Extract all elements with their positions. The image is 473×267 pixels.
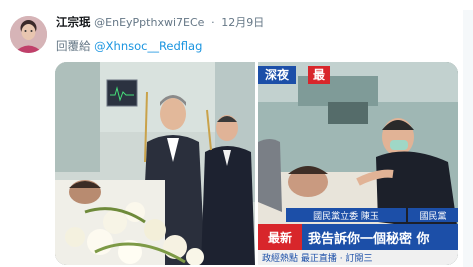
- tweet[interactable]: 江宗珉 @EnEyPpthxwi7ECe · 12月9日 回覆給 @Xhnsoc…: [0, 0, 473, 267]
- news-new-label: 最新: [268, 230, 292, 245]
- user-name[interactable]: 江宗珉: [56, 15, 91, 29]
- news-broadcast-photo-image: 深夜 最 國民黨立委 陳玉 國民黨 最新 我告訴你一個秘密 你 政經熱點 最正直…: [258, 62, 458, 265]
- news-headline: 我告訴你一個秘密 你: [308, 231, 430, 247]
- left-photo[interactable]: [55, 62, 255, 265]
- news-ticker: 政經熱點 最正直播 · 訂閱三: [262, 252, 372, 264]
- reply-mention-link[interactable]: @Xhnsoc__Redflag: [94, 39, 202, 53]
- hospital-bedside-photo-image: [55, 62, 255, 265]
- reply-prefix: 回覆給: [56, 39, 91, 53]
- news-tag-left: 深夜: [265, 67, 290, 82]
- right-photo[interactable]: 深夜 最 國民黨立委 陳玉 國民黨 最新 我告訴你一個秘密 你 政經熱點 最正直…: [258, 62, 458, 265]
- separator-dot: ·: [211, 16, 215, 29]
- news-banner-1: 國民黨立委 陳玉: [313, 210, 379, 222]
- tweet-date[interactable]: 12月9日: [221, 16, 264, 29]
- reply-context: 回覆給 @Xhnsoc__Redflag: [56, 38, 202, 54]
- media-grid: 深夜 最 國民黨立委 陳玉 國民黨 最新 我告訴你一個秘密 你 政經熱點 最正直…: [55, 62, 458, 265]
- tweet-header: 江宗珉 @EnEyPpthxwi7ECe · 12月9日: [56, 14, 264, 30]
- news-banner-2: 國民黨: [419, 210, 446, 222]
- user-handle[interactable]: @EnEyPpthxwi7ECe: [94, 16, 204, 29]
- user-avatar[interactable]: [10, 16, 47, 53]
- news-tag-right: 最: [313, 68, 326, 82]
- scrollbar-track[interactable]: [463, 10, 473, 267]
